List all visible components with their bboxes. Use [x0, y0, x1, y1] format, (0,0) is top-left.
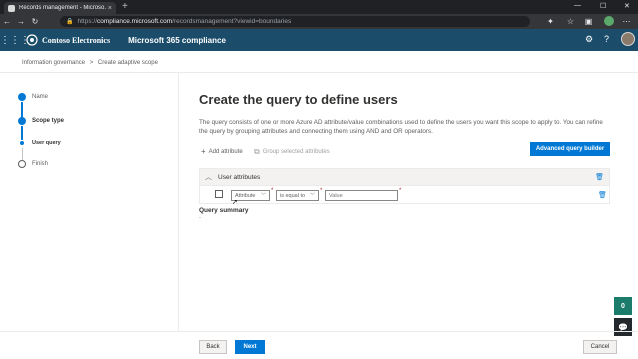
- app-header: ⋮⋮⋮ Contoso Electronics Microsoft 365 co…: [0, 29, 638, 51]
- refresh-icon[interactable]: ↻: [28, 17, 42, 26]
- back-icon[interactable]: ←: [0, 17, 14, 26]
- step-label: Finish: [32, 161, 49, 167]
- browser-profile-avatar[interactable]: [604, 16, 614, 26]
- operator-select-value: is equal to: [280, 192, 306, 199]
- breadcrumb-item-create-adaptive-scope: Create adaptive scope: [97, 60, 158, 66]
- cancel-button[interactable]: Cancel: [583, 340, 617, 354]
- group-selected-label: Group selected attributes: [262, 149, 330, 155]
- attribute-row-checkbox[interactable]: [215, 190, 223, 198]
- step-connector: [21, 126, 23, 140]
- org-name: Contoso Electronics: [42, 35, 111, 45]
- url-input[interactable]: 🔒 https://compliance.microsoft.com/recor…: [60, 16, 530, 27]
- step-user-query[interactable]: User query: [18, 140, 61, 146]
- app-name[interactable]: Microsoft 365 compliance: [128, 36, 226, 45]
- browser-tab-bar: Records management - Microso... × + — ☐ …: [0, 0, 638, 14]
- chevron-down-icon: ﹀: [309, 193, 315, 199]
- add-attribute-button[interactable]: + Add attribute: [201, 147, 243, 156]
- group-selected-attributes-button[interactable]: ⧉ Group selected attributes: [254, 147, 330, 157]
- group-icon: ⧉: [254, 147, 260, 156]
- tab-title: Records management - Microso...: [19, 5, 106, 11]
- step-connector: [22, 148, 23, 160]
- back-button[interactable]: Back: [199, 340, 227, 354]
- step-finish[interactable]: Finish: [18, 160, 48, 168]
- mouse-cursor-icon: ➚: [232, 199, 238, 206]
- step-pending-icon: [18, 160, 26, 168]
- step-label: User query: [32, 140, 61, 146]
- group-title: User attributes: [218, 173, 261, 181]
- user-avatar[interactable]: [621, 32, 635, 46]
- delete-group-icon[interactable]: 🗑: [595, 173, 604, 181]
- operator-select[interactable]: is equal to ﹀: [276, 190, 319, 201]
- tab-close-icon[interactable]: ×: [108, 5, 112, 12]
- delete-row-icon[interactable]: 🗑: [598, 191, 607, 199]
- header-divider: [0, 72, 638, 73]
- extensions-icon[interactable]: ✦: [546, 17, 555, 26]
- favorites-icon[interactable]: ☆: [566, 17, 575, 26]
- page-description: The query consists of one or more Azure …: [199, 119, 603, 135]
- minimize-button[interactable]: —: [574, 2, 581, 9]
- required-marker: *: [320, 188, 323, 194]
- collections-icon[interactable]: ▣: [584, 17, 593, 26]
- advanced-query-builder-button[interactable]: Advanced query builder: [530, 142, 610, 156]
- contoso-logo-icon: [26, 34, 38, 46]
- breadcrumb: Information governance > Create adaptive…: [22, 60, 158, 66]
- step-complete-icon: [18, 93, 26, 101]
- plus-icon: +: [201, 147, 206, 156]
- query-summary-value: -: [199, 215, 201, 221]
- chevron-up-icon[interactable]: ︿: [205, 172, 212, 182]
- attribute-row: Attribute ﹀ * is equal to ﹀ * * 🗑: [200, 187, 609, 204]
- wizard-nav-divider: [178, 73, 179, 331]
- chat-icon[interactable]: 💬: [614, 318, 632, 336]
- help-badge-button[interactable]: 0: [614, 297, 632, 315]
- browser-address-bar: ← → ↻ 🔒 https://compliance.microsoft.com…: [0, 14, 638, 29]
- group-header[interactable]: ︿ User attributes 🗑: [200, 169, 609, 186]
- browser-tab[interactable]: Records management - Microso... ×: [4, 2, 116, 14]
- page-title: Create the query to define users: [199, 92, 398, 107]
- breadcrumb-item-information-governance[interactable]: Information governance: [22, 60, 85, 66]
- more-icon[interactable]: ⋯: [622, 17, 631, 26]
- step-label: Name: [32, 94, 49, 100]
- app-launcher-icon[interactable]: ⋮⋮⋮: [0, 35, 30, 46]
- close-window-button[interactable]: ✕: [624, 2, 630, 10]
- forward-icon[interactable]: →: [14, 17, 28, 26]
- next-button[interactable]: Next: [235, 340, 265, 354]
- maximize-button[interactable]: ☐: [600, 2, 606, 10]
- step-current-icon: [18, 117, 26, 125]
- required-marker: *: [271, 188, 274, 194]
- required-marker: *: [399, 188, 402, 194]
- substep-icon: [20, 141, 24, 145]
- help-icon[interactable]: ?: [604, 34, 609, 44]
- add-attribute-label: Add attribute: [208, 148, 243, 155]
- attribute-select-value: Attribute: [235, 192, 256, 199]
- lock-icon: 🔒: [66, 19, 74, 25]
- step-connector: [21, 102, 23, 118]
- chevron-down-icon: ﹀: [260, 193, 266, 199]
- step-label: Scope type: [32, 118, 65, 124]
- settings-gear-icon[interactable]: ⚙: [585, 34, 593, 45]
- step-scope-type[interactable]: Scope type: [18, 117, 64, 125]
- step-name[interactable]: Name: [18, 93, 48, 101]
- url-text: https://compliance.microsoft.com/records…: [77, 18, 292, 25]
- user-attributes-group: ︿ User attributes 🗑 Attribute ﹀ * is equ…: [199, 168, 610, 204]
- footer-divider: [0, 331, 638, 332]
- breadcrumb-separator: >: [89, 60, 94, 66]
- query-summary-label: Query summary: [199, 207, 249, 214]
- value-input[interactable]: [325, 190, 398, 201]
- new-tab-button[interactable]: +: [122, 1, 128, 13]
- tab-favicon-icon: [8, 4, 15, 12]
